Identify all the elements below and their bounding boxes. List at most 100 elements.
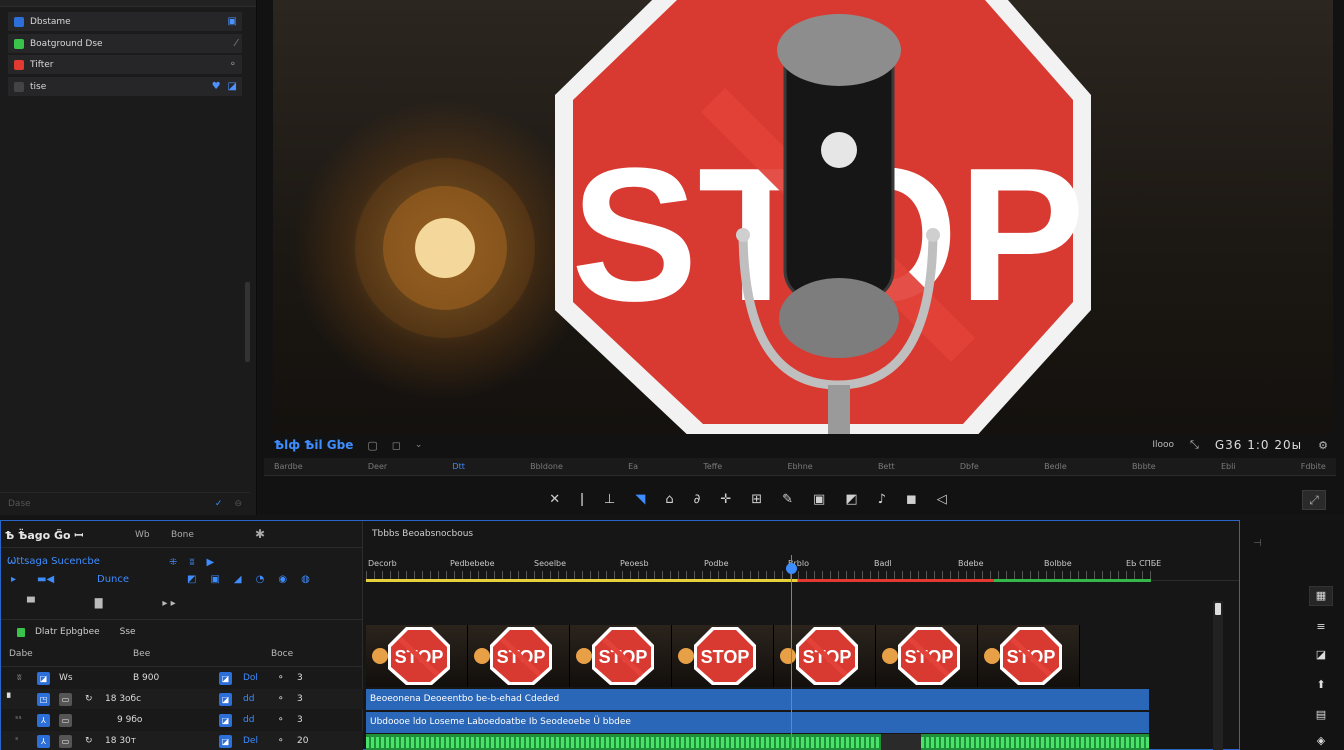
video-icon[interactable]: ◼ — [906, 492, 917, 507]
link-icon[interactable]: ▣ — [228, 16, 237, 27]
pin-icon[interactable]: ⁄ — [235, 38, 237, 49]
play-icon[interactable]: ▸ ▸ — [162, 598, 175, 609]
audio-track-icon[interactable]: ◳ — [37, 692, 50, 706]
flag-icon[interactable]: ▀ — [27, 598, 35, 609]
audio-gap — [881, 734, 921, 750]
star-icon[interactable]: ✱ — [255, 527, 265, 541]
link-icon[interactable]: ◪ — [219, 692, 232, 706]
settings-icon[interactable]: ⚬ — [229, 59, 237, 70]
menu-icon[interactable]: ≡ — [1309, 618, 1333, 638]
video-preview[interactable]: STOP — [273, 0, 1333, 434]
pen-icon[interactable]: ✎ — [782, 492, 793, 507]
copy-icon[interactable]: ▣ — [813, 492, 825, 507]
preview-ruler[interactable]: Bardbe Deer Dtt Bbldone Ea Teffe Ebhne B… — [264, 458, 1336, 476]
lock-icon[interactable]: ⁜ — [169, 557, 177, 568]
settings-icon[interactable]: ⚬ — [277, 673, 285, 683]
panel-tab-icon[interactable]: ⊣ — [1253, 538, 1262, 549]
sync-icon[interactable]: ◪ — [228, 81, 237, 92]
layers-icon[interactable]: ◈ — [1309, 732, 1333, 750]
mute-icon[interactable]: ▶ — [207, 557, 215, 568]
dropdown-icon[interactable]: ⌄ — [415, 440, 423, 450]
bokeh-light-core — [415, 218, 475, 278]
tab-wb[interactable]: Wb — [135, 530, 150, 540]
arrow-icon[interactable]: ▸ — [11, 574, 16, 585]
tab-bone[interactable]: Bone — [171, 530, 194, 540]
clock-icon[interactable]: ◔ — [256, 574, 265, 585]
table-row[interactable]: ˢ ⅄ ▭ ↻ 18 30т ◪ Del ⚬ 20 — [1, 731, 363, 750]
table-row[interactable]: ʬ ◪ Ws B 900 ◪ Dol ⚬ 3 — [1, 668, 363, 688]
snapshot-icon[interactable]: ▇ — [95, 598, 103, 609]
timeline-title: Ѣ Ѣ̈ago G̈o ꟷ — [5, 529, 84, 542]
crop-icon[interactable]: ⊞ — [751, 492, 762, 507]
split-icon[interactable]: ✕ — [549, 492, 560, 507]
mic-icon[interactable]: ⅄ — [37, 713, 50, 727]
track-name[interactable]: Dlatr Epbgbee — [35, 627, 100, 637]
magnet-icon[interactable]: ◍ — [301, 574, 310, 585]
link-icon[interactable]: ◪ — [219, 671, 232, 685]
audio-icon[interactable]: ♪ — [878, 492, 886, 507]
mic-icon[interactable]: ⅄ — [37, 734, 50, 748]
media-panel: Dbstame ▣ Boatground Dse ⁄ Tifter ⚬ tise… — [0, 0, 257, 515]
image-icon[interactable]: ▭ — [59, 734, 72, 748]
quality-label[interactable]: Ilooo — [1152, 440, 1174, 450]
text-icon[interactable]: ◥ — [635, 492, 645, 507]
marker-icon[interactable]: ▢ — [367, 439, 377, 452]
text-clip-2[interactable]: Ubdoooe ldo Loseme Laboedoatbe Ib Seodeo… — [366, 712, 1149, 733]
arrow-up-icon[interactable]: ◢ — [234, 574, 242, 585]
link-icon[interactable]: ◪ — [219, 734, 232, 748]
export-icon[interactable]: ◪ — [1309, 646, 1333, 666]
search-input[interactable]: Dase — [8, 499, 31, 509]
caption-icon[interactable]: ◁ — [937, 492, 947, 507]
scrollbar-thumb[interactable] — [1215, 603, 1221, 615]
timeline-scrollbar[interactable] — [1213, 601, 1223, 750]
audio-clip[interactable] — [366, 734, 1149, 750]
settings-icon[interactable]: ⚬ — [277, 694, 285, 704]
refresh-icon[interactable]: ↻ — [85, 694, 93, 704]
check-icon[interactable]: ✓ — [215, 499, 223, 509]
text-clip-1[interactable]: Beoeonena Deoeentbo be-b-ehad Cdeded — [366, 689, 1149, 710]
settings-icon[interactable]: ⚬ — [277, 736, 285, 746]
image-icon[interactable]: ▭ — [59, 692, 72, 706]
table-row[interactable]: ˢˢ ⅄ ▭ 9 9бо ◪ dd ⚬ 3 — [1, 710, 363, 730]
asset-item-1[interactable]: Dbstame ▣ — [8, 12, 242, 31]
settings-icon[interactable]: ⚙ — [1318, 439, 1328, 452]
timeline-ruler[interactable]: Decorb Pedbebebe Seoelbe Peoesb Podbe Br… — [364, 555, 1239, 581]
eye-icon[interactable]: ʬ — [189, 557, 194, 568]
playhead[interactable] — [791, 555, 792, 750]
asset-item-3[interactable]: Tifter ⚬ — [8, 55, 242, 74]
move-icon[interactable]: ✛ — [720, 492, 731, 507]
fullscreen-icon[interactable]: ⤡ — [1190, 438, 1199, 452]
heart-icon[interactable]: ♥ — [212, 81, 221, 92]
asset-item-4[interactable]: tise ♥ ◪ — [8, 77, 242, 96]
search-icon[interactable]: ⊖ — [234, 499, 242, 509]
image-icon[interactable]: ▭ — [59, 713, 72, 727]
playhead-handle[interactable] — [786, 563, 797, 574]
timeline-tracks[interactable]: Tbbbs Beoabsnocbous Decorb Pedbebebe Seo… — [364, 521, 1239, 750]
comment-icon[interactable]: ◻ — [392, 439, 401, 452]
trim-icon[interactable]: ⊥ — [604, 492, 615, 507]
asset-item-2[interactable]: Boatground Dse ⁄ — [8, 34, 242, 53]
video-icon — [14, 16, 24, 27]
sequence-name[interactable]: Ѡttsaga Sucencbe — [7, 556, 100, 567]
upload-icon[interactable]: ⬆ — [1309, 676, 1333, 696]
video-track-icon[interactable]: ◪ — [37, 671, 50, 685]
sync-icon[interactable]: ◉ — [278, 574, 287, 585]
grid-icon[interactable]: ▦ — [1309, 586, 1333, 606]
settings-icon[interactable]: ⚬ — [277, 715, 285, 725]
search-bar[interactable]: Dase ✓ ⊖ — [0, 492, 250, 514]
link-icon[interactable]: ∂ — [694, 492, 701, 507]
timeline-content-title: Tbbbs Beoabsnocbous — [372, 529, 474, 539]
clip-icon[interactable]: ◩ — [845, 492, 857, 507]
refresh-icon[interactable]: ↻ — [85, 736, 93, 746]
table-row[interactable]: ▘ ◳ ▭ ↻ 18 3oбс ◪ dd ⚬ 3 — [1, 689, 363, 709]
wave-icon[interactable]: ▬◀ — [37, 574, 54, 585]
scrollbar[interactable] — [245, 282, 250, 362]
expand-icon[interactable]: ⤢ — [1302, 490, 1326, 510]
video-clip[interactable]: STOP STOP STOP STOP STOP STOP STOP — [366, 625, 1080, 687]
clipboard-icon[interactable]: ▤ — [1309, 706, 1333, 726]
link-icon[interactable]: ◪ — [219, 713, 232, 727]
marker-icon[interactable]: ǀ — [580, 492, 584, 507]
cut-icon[interactable]: ◩ — [187, 574, 196, 585]
paste-icon[interactable]: ▣ — [210, 574, 219, 585]
home-icon[interactable]: ⌂ — [665, 492, 673, 507]
